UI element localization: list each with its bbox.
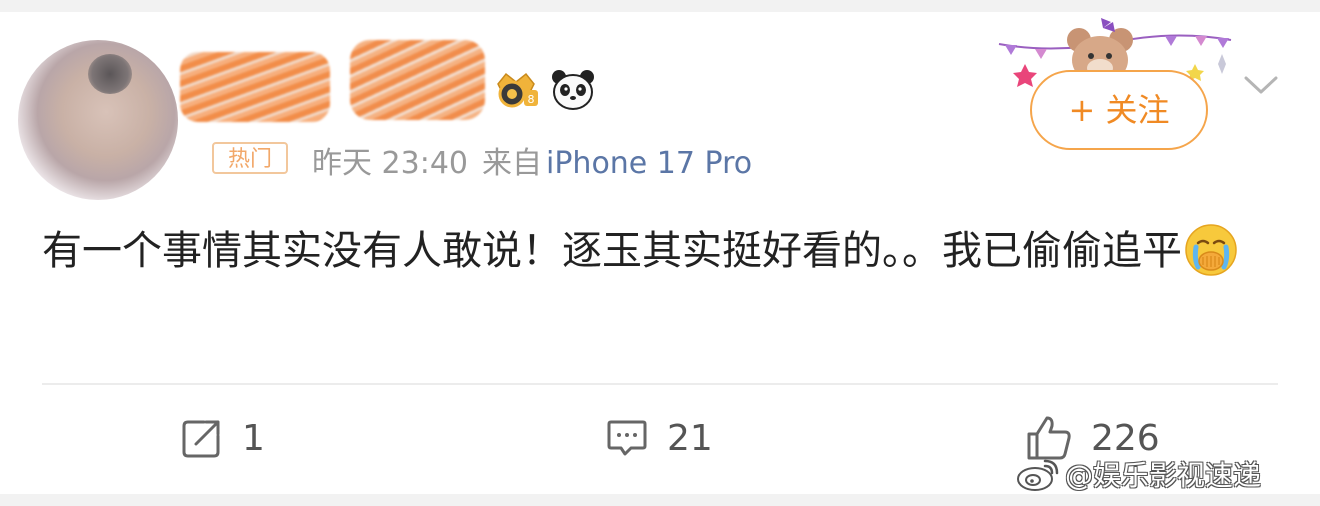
vip-crown-icon[interactable]: 8 [490,70,542,110]
repost-button[interactable]: 1 [180,412,265,464]
watermark-text: @娱乐影视速递 [1065,459,1262,492]
comment-count: 21 [667,417,713,459]
repost-icon [182,420,220,458]
repost-count: 1 [242,417,265,459]
comment-icon [607,420,647,456]
top-separator [0,0,1320,12]
username-redacted-2[interactable] [350,40,485,120]
source-prefix: 来自 [482,146,542,181]
avatar[interactable] [18,40,178,200]
follow-button[interactable]: + 关注 [1030,70,1208,150]
device-link[interactable]: iPhone 17 Pro [546,146,752,181]
post-meta: 昨天 23:40 来自 iPhone 17 Pro [312,138,752,182]
like-count: 226 [1091,417,1160,459]
comment-button[interactable]: 21 [605,412,713,464]
chevron-down-icon[interactable] [1240,70,1282,100]
hot-badge: 热门 [212,142,288,174]
watermark: @娱乐影视速递 [1015,454,1261,494]
crying-face-icon [1185,224,1237,276]
post-text: 有一个事情其实没有人敢说！逐玉其实挺好看的。。我已偷偷追平 [42,228,1182,274]
username-redacted[interactable] [180,52,330,122]
panda-icon[interactable] [550,68,596,112]
post-content: 有一个事情其实没有人敢说！逐玉其实挺好看的。。我已偷偷追平 [42,220,1287,282]
svg-text:8: 8 [528,93,535,106]
post-time: 昨天 23:40 [312,146,468,181]
divider [42,383,1278,385]
weibo-logo-icon [1017,459,1059,491]
bottom-separator [0,494,1320,506]
